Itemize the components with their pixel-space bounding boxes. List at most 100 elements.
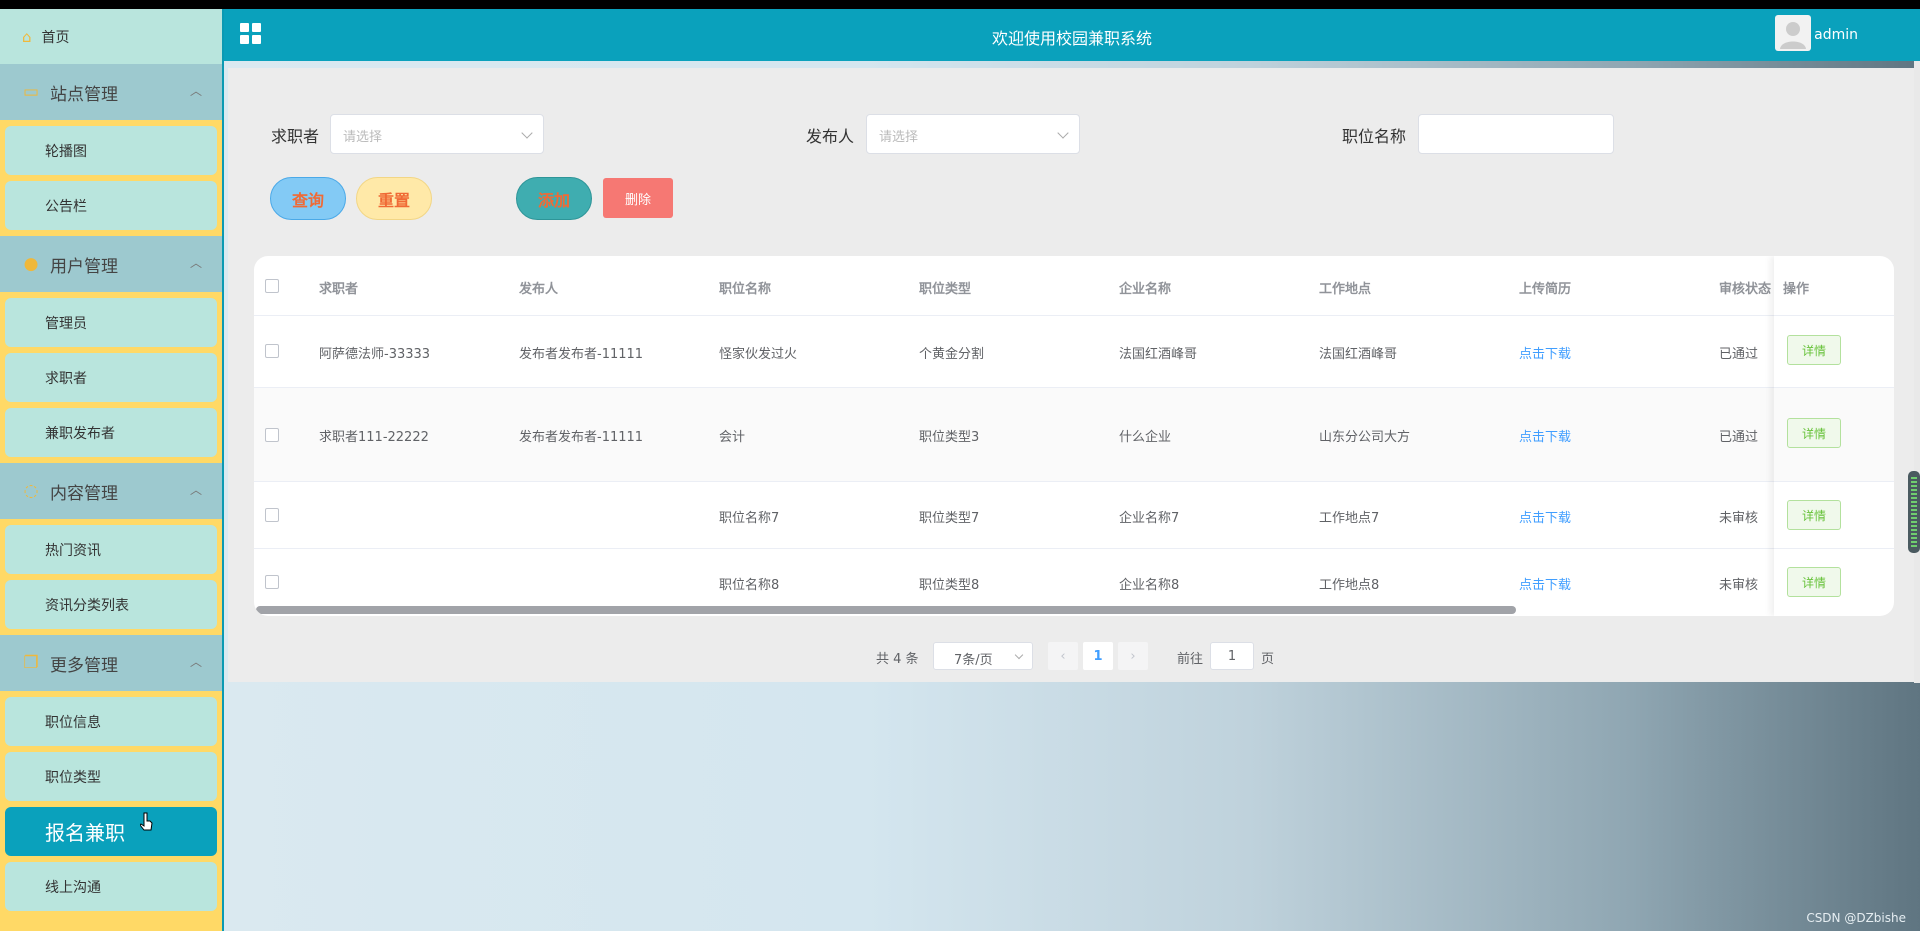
sidebar-group-users[interactable]: ● 用户管理 ︿ bbox=[0, 236, 222, 292]
cell-seeker: 阿萨德法师-33333 bbox=[319, 347, 431, 362]
vertical-scrollbar-track[interactable] bbox=[1914, 61, 1920, 683]
sidebar-group-more[interactable]: ❐ 更多管理 ︿ bbox=[0, 635, 222, 691]
sidebar-item-seeker[interactable]: 求职者 bbox=[5, 353, 217, 402]
sidebar-item-home[interactable]: ⌂ 首页 bbox=[0, 9, 222, 64]
reset-button[interactable]: 重置 bbox=[356, 177, 432, 220]
sidebar-item-online-chat[interactable]: 线上沟通 bbox=[5, 862, 217, 911]
cell-type: 职位类型3 bbox=[919, 430, 980, 445]
add-button[interactable]: 添加 bbox=[516, 177, 592, 220]
seeker-filter-label: 求职者 bbox=[271, 127, 320, 146]
cell-status: 未审核 bbox=[1719, 511, 1759, 526]
resume-download-link[interactable]: 点击下载 bbox=[1519, 574, 1571, 593]
submenu-content: 热门资讯 资讯分类列表 bbox=[0, 519, 222, 629]
submenu-site: 轮播图 公告栏 bbox=[0, 120, 222, 230]
seeker-select[interactable]: 请选择 bbox=[330, 114, 544, 154]
sidebar-item-label: 管理员 bbox=[45, 315, 87, 332]
sidebar-item-job-type[interactable]: 职位类型 bbox=[5, 752, 217, 801]
username[interactable]: admin bbox=[1814, 27, 1858, 43]
table-header-row: 求职者 发布人 职位名称 职位类型 企业名称 工作地点 上传简历 审核状态 操作 bbox=[254, 256, 1894, 316]
table-row: 职位名称7 职位类型7 企业名称7 工作地点7 点击下载 未审核 详情 bbox=[254, 482, 1894, 549]
seeker-select-placeholder: 请选择 bbox=[343, 130, 383, 145]
sidebar-group-content[interactable]: ◌ 内容管理 ︿ bbox=[0, 463, 222, 519]
publisher-select[interactable]: 请选择 bbox=[866, 114, 1080, 154]
resume-download-link[interactable]: 点击下载 bbox=[1519, 426, 1571, 445]
resume-download-link[interactable]: 点击下载 bbox=[1519, 343, 1571, 362]
cell-company: 企业名称8 bbox=[1119, 578, 1180, 593]
cell-position: 职位名称7 bbox=[719, 511, 780, 526]
column-header: 求职者 bbox=[319, 282, 359, 297]
cell-location: 工作地点8 bbox=[1319, 578, 1380, 593]
fixed-action-column bbox=[1774, 256, 1894, 616]
column-header: 职位类型 bbox=[919, 282, 972, 297]
sidebar-item-label: 报名兼职 bbox=[45, 821, 125, 845]
sidebar-item-job-info[interactable]: 职位信息 bbox=[5, 697, 217, 746]
sidebar-item-admin[interactable]: 管理员 bbox=[5, 298, 217, 347]
cell-type: 个黄金分割 bbox=[919, 347, 985, 362]
position-name-input[interactable] bbox=[1418, 114, 1614, 154]
cell-position: 怪家伙发过火 bbox=[719, 347, 798, 362]
delete-button[interactable]: 删除 bbox=[603, 178, 673, 218]
prev-page-button[interactable]: ‹ bbox=[1048, 642, 1078, 670]
cell-publisher: 发布者发布者-11111 bbox=[519, 430, 644, 445]
page-number-button[interactable]: 1 bbox=[1083, 642, 1113, 670]
cell-company: 法国红酒峰哥 bbox=[1119, 347, 1198, 362]
sidebar-item-publisher[interactable]: 兼职发布者 bbox=[5, 408, 217, 457]
sidebar-group-label: 站点管理 bbox=[50, 84, 118, 105]
page-size-value: 7条/页 bbox=[954, 653, 993, 668]
watermark: CSDN @DZbishe bbox=[1806, 911, 1906, 925]
cell-type: 职位类型8 bbox=[919, 578, 980, 593]
sidebar-item-hot-news[interactable]: 热门资讯 bbox=[5, 525, 217, 574]
select-all-checkbox[interactable] bbox=[265, 279, 279, 293]
submenu-more: 职位信息 职位类型 报名兼职 线上沟通 bbox=[0, 691, 222, 911]
vertical-scrollbar-thumb[interactable] bbox=[1908, 471, 1920, 553]
row-checkbox[interactable] bbox=[265, 508, 279, 522]
sidebar-group-label: 更多管理 bbox=[50, 655, 118, 676]
page-title: 欢迎使用校园兼职系统 bbox=[991, 29, 1152, 48]
sidebar-item-label: 资讯分类列表 bbox=[45, 597, 129, 614]
row-checkbox[interactable] bbox=[265, 428, 279, 442]
cell-location: 法国红酒峰哥 bbox=[1319, 347, 1398, 362]
avatar[interactable] bbox=[1775, 15, 1811, 51]
sidebar-item-label: 职位信息 bbox=[45, 714, 101, 731]
sidebar-item-news-category[interactable]: 资讯分类列表 bbox=[5, 580, 217, 629]
cell-location: 工作地点7 bbox=[1319, 511, 1380, 526]
column-header: 发布人 bbox=[519, 282, 559, 297]
next-page-button[interactable]: › bbox=[1118, 642, 1148, 670]
chevron-down-icon bbox=[521, 127, 533, 139]
page-size-select[interactable]: 7条/页 bbox=[933, 642, 1033, 670]
sidebar-item-label: 首页 bbox=[41, 29, 70, 46]
sidebar-group-label: 内容管理 bbox=[50, 483, 118, 504]
column-header: 上传简历 bbox=[1519, 282, 1572, 297]
column-header: 职位名称 bbox=[719, 282, 772, 297]
sidebar-item-carousel[interactable]: 轮播图 bbox=[5, 126, 217, 175]
sidebar-item-label: 线上沟通 bbox=[45, 879, 101, 896]
sidebar-group-site[interactable]: ▭ 站点管理 ︿ bbox=[0, 64, 222, 120]
sidebar-item-label: 求职者 bbox=[45, 370, 87, 387]
sidebar-item-label: 兼职发布者 bbox=[45, 425, 115, 442]
horizontal-scrollbar[interactable] bbox=[256, 606, 1516, 614]
sidebar-item-notice[interactable]: 公告栏 bbox=[5, 181, 217, 230]
cell-position: 职位名称8 bbox=[719, 578, 780, 593]
home-icon: ⌂ bbox=[22, 27, 32, 46]
sidebar-item-signup[interactable]: 报名兼职 bbox=[5, 807, 217, 856]
sidebar: ⌂ 首页 ▭ 站点管理 ︿ 轮播图 公告栏 ● 用户管理 ︿ 管理员 求职者 兼… bbox=[0, 9, 224, 931]
sidebar-item-label: 轮播图 bbox=[45, 143, 87, 160]
page-suffix-label: 页 bbox=[1261, 652, 1275, 667]
cell-position: 会计 bbox=[719, 430, 746, 445]
chevron-up-icon: ︿ bbox=[189, 84, 202, 98]
cell-type: 职位类型7 bbox=[919, 511, 980, 526]
column-header: 工作地点 bbox=[1319, 282, 1372, 297]
chevron-up-icon: ︿ bbox=[189, 483, 202, 497]
row-checkbox[interactable] bbox=[265, 575, 279, 589]
monitor-icon: ▭ bbox=[22, 82, 40, 102]
goto-page-input[interactable]: 1 bbox=[1210, 642, 1254, 670]
query-button[interactable]: 查询 bbox=[270, 177, 346, 220]
cell-company: 什么企业 bbox=[1119, 430, 1172, 445]
user-avatar-icon bbox=[1780, 22, 1806, 49]
resume-download-link[interactable]: 点击下载 bbox=[1519, 507, 1571, 526]
row-checkbox[interactable] bbox=[265, 344, 279, 358]
cell-publisher: 发布者发布者-11111 bbox=[519, 347, 644, 362]
cell-status: 已通过 bbox=[1719, 347, 1759, 362]
chevron-down-icon bbox=[1057, 127, 1069, 139]
publisher-filter-label: 发布人 bbox=[806, 127, 855, 146]
